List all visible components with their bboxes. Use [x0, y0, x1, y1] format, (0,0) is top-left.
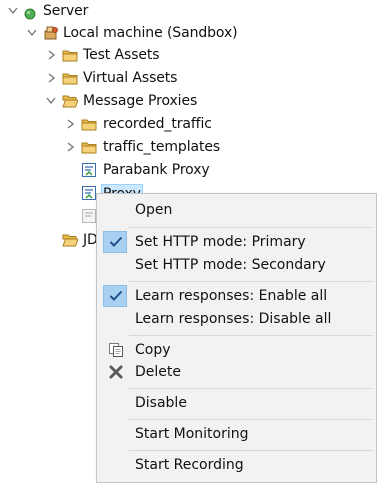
- tree-item-test-assets[interactable]: Test Assets: [0, 44, 377, 66]
- copy-icon: [108, 342, 124, 358]
- tree-item-label: Test Assets: [83, 47, 160, 63]
- menu-item-http-secondary[interactable]: Set HTTP mode: Secondary: [97, 254, 376, 276]
- tree-item-traffic-templates[interactable]: traffic_templates: [0, 136, 377, 158]
- menu-item-label: Delete: [135, 364, 181, 380]
- menu-item-start-recording[interactable]: Start Recording: [97, 454, 376, 476]
- folder-icon: [81, 116, 97, 132]
- menu-item-label: Set HTTP mode: Primary: [135, 234, 306, 250]
- menu-item-learn-enable[interactable]: Learn responses: Enable all: [97, 285, 376, 307]
- chevron-right-icon[interactable]: [45, 44, 57, 66]
- tree-item-jd[interactable]: JD: [0, 229, 98, 251]
- folder-open-icon: [62, 93, 79, 109]
- tree-item-virtual-assets[interactable]: Virtual Assets: [0, 67, 377, 89]
- proxy-disabled-icon: [81, 208, 97, 224]
- menu-separator: [129, 335, 373, 336]
- tree-item-message-proxies[interactable]: Message Proxies: [0, 90, 377, 112]
- menu-item-learn-disable[interactable]: Learn responses: Disable all: [97, 308, 376, 330]
- proxy-icon: [81, 162, 97, 178]
- tree-item-recorded-traffic[interactable]: recorded_traffic: [0, 113, 377, 135]
- menu-separator: [129, 388, 373, 389]
- tree-item-label: traffic_templates: [103, 139, 221, 155]
- menu-item-label: Copy: [135, 342, 171, 358]
- menu-item-http-primary[interactable]: Set HTTP mode: Primary: [97, 231, 376, 253]
- menu-item-copy[interactable]: Copy: [97, 339, 376, 361]
- tree-item-parabank-proxy[interactable]: Parabank Proxy: [0, 159, 377, 181]
- checkmark-icon: [103, 285, 127, 307]
- folder-icon: [62, 70, 78, 86]
- tree-item-label: Local machine (Sandbox): [63, 25, 238, 41]
- menu-separator: [129, 419, 373, 420]
- menu-item-label: Learn responses: Disable all: [135, 311, 332, 327]
- folder-icon: [81, 139, 97, 155]
- tree-item-hidden-proxy[interactable]: [0, 205, 96, 227]
- menu-item-label: Start Monitoring: [135, 426, 249, 442]
- context-menu: Open Set HTTP mode: Primary Set HTTP mod…: [96, 193, 377, 483]
- server-status-icon: [24, 5, 36, 20]
- folder-open-icon: [62, 232, 79, 248]
- tree-item-label: Parabank Proxy: [103, 162, 210, 178]
- checkmark-icon: [103, 231, 127, 253]
- chevron-down-icon[interactable]: [26, 22, 38, 44]
- tree-item-local-machine[interactable]: Local machine (Sandbox): [0, 22, 377, 44]
- menu-separator: [129, 281, 373, 282]
- menu-item-label: Start Recording: [135, 457, 244, 473]
- chevron-down-icon[interactable]: [7, 0, 19, 22]
- tree-item-label: Server: [43, 3, 89, 19]
- tree-item-label: Message Proxies: [83, 93, 198, 109]
- tree-item-server[interactable]: Server: [0, 0, 377, 22]
- delete-icon: [108, 364, 124, 380]
- menu-item-label: Learn responses: Enable all: [135, 288, 328, 304]
- chevron-right-icon[interactable]: [64, 113, 76, 135]
- menu-separator: [129, 227, 373, 228]
- local-machine-icon: [43, 25, 59, 41]
- folder-icon: [62, 47, 78, 63]
- menu-item-label: Disable: [135, 395, 187, 411]
- menu-item-open[interactable]: Open: [97, 199, 376, 221]
- menu-item-disable[interactable]: Disable: [97, 392, 376, 414]
- chevron-right-icon[interactable]: [64, 136, 76, 158]
- tree-item-label: recorded_traffic: [103, 116, 212, 132]
- proxy-icon: [81, 185, 97, 201]
- menu-item-label: Set HTTP mode: Secondary: [135, 257, 326, 273]
- menu-separator: [129, 450, 373, 451]
- tree-item-label: Virtual Assets: [83, 70, 178, 86]
- menu-item-delete[interactable]: Delete: [97, 361, 376, 383]
- chevron-right-icon[interactable]: [45, 67, 57, 89]
- menu-item-start-monitoring[interactable]: Start Monitoring: [97, 423, 376, 445]
- menu-item-label: Open: [135, 202, 173, 218]
- chevron-down-icon[interactable]: [45, 90, 57, 112]
